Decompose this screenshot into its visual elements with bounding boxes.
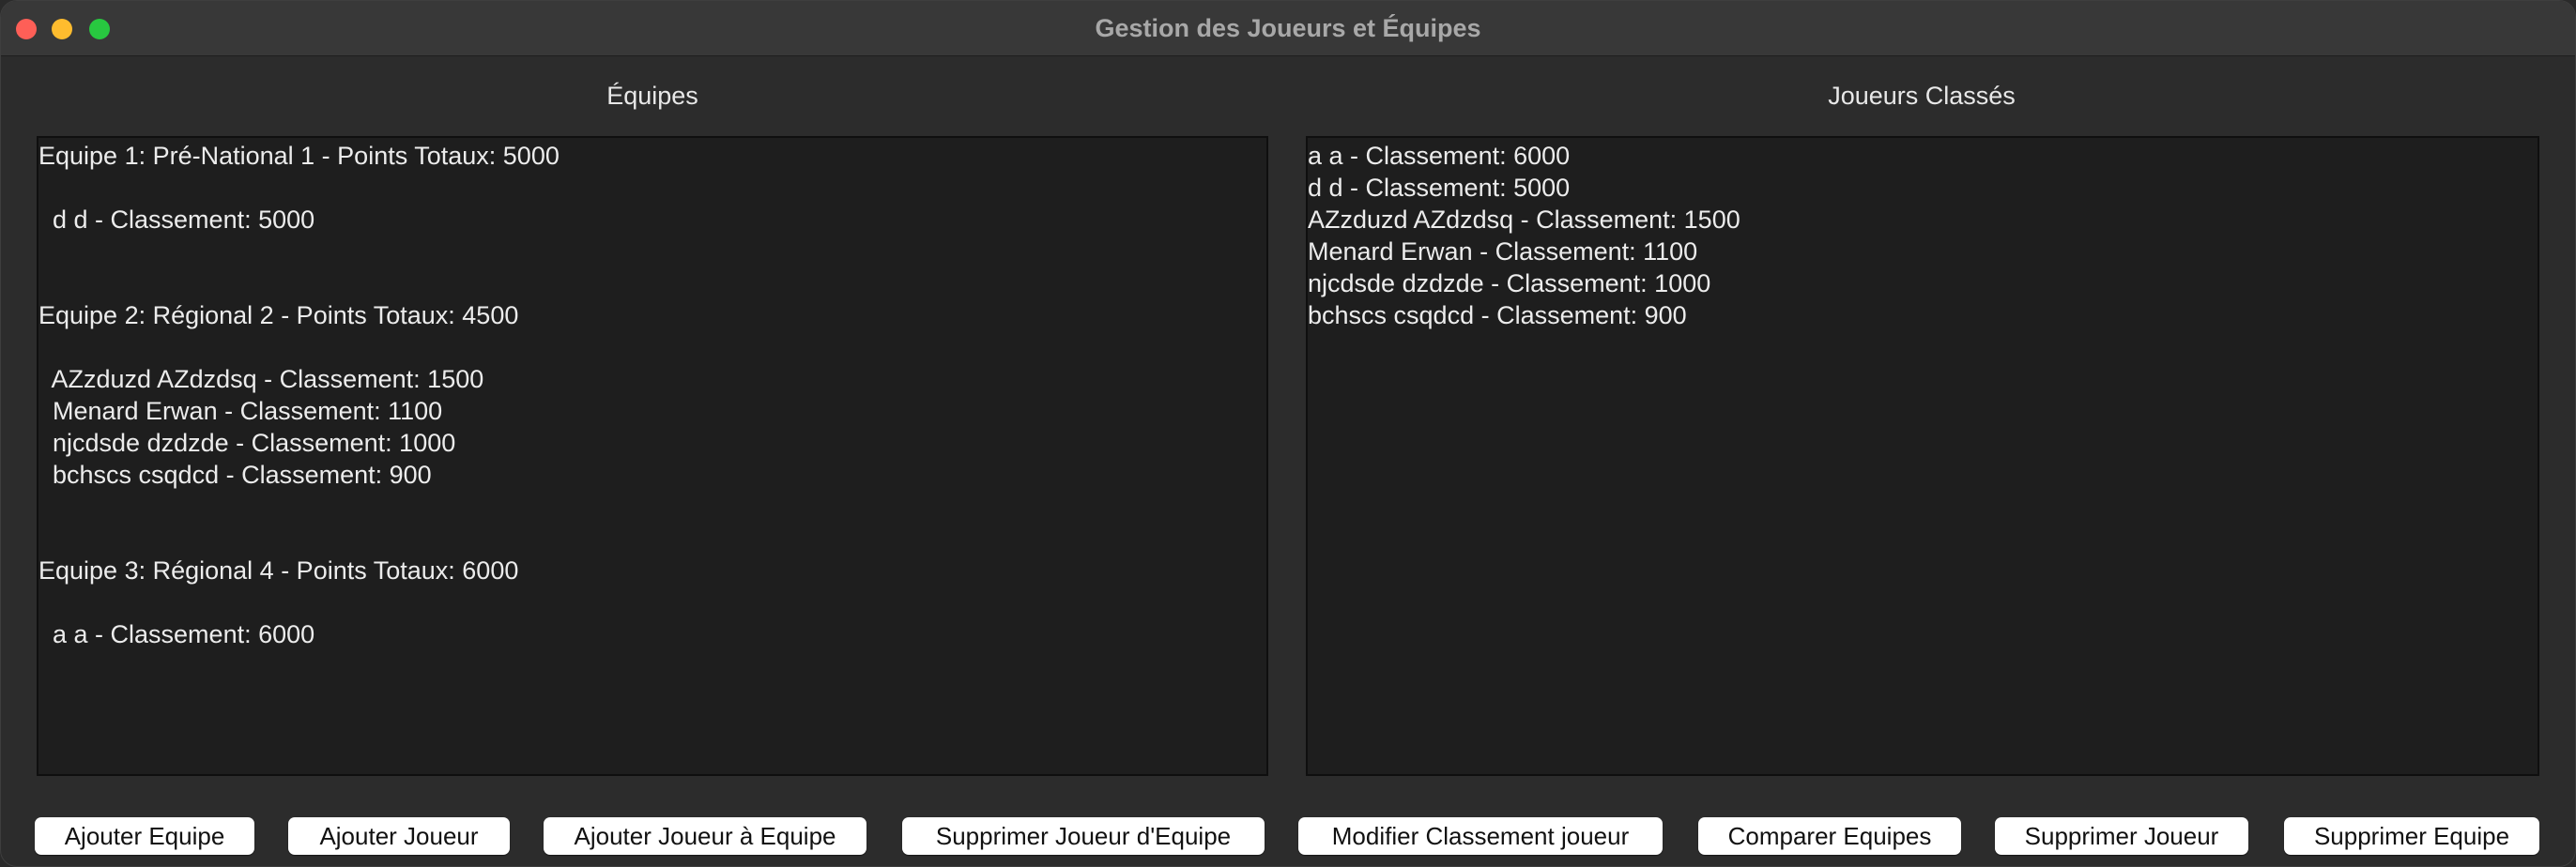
list-item[interactable]: AZzduzd AZdzdsq - Classement: 1500 [38, 363, 1266, 395]
list-item[interactable]: Equipe 2: Régional 2 - Points Totaux: 45… [38, 299, 1266, 331]
compare-teams-button[interactable]: Comparer Equipes [1698, 817, 1961, 855]
list-item[interactable] [38, 267, 1266, 299]
remove-player-from-team-button[interactable]: Supprimer Joueur d'Equipe [902, 817, 1265, 855]
ranked-players-panel-label: Joueurs Classés [1828, 82, 2016, 110]
add-player-button[interactable]: Ajouter Joueur [288, 817, 510, 855]
list-item[interactable]: Equipe 1: Pré-National 1 - Points Totaux… [38, 140, 1266, 172]
list-item[interactable]: Menard Erwan - Classement: 1100 [1308, 236, 2538, 267]
add-player-to-team-button[interactable]: Ajouter Joueur à Equipe [544, 817, 866, 855]
list-item[interactable]: a a - Classement: 6000 [1308, 140, 2538, 172]
list-item[interactable]: bchscs csqdcd - Classement: 900 [1308, 299, 2538, 331]
button-bar: Ajouter Equipe Ajouter Joueur Ajouter Jo… [1, 817, 2575, 855]
teams-listbox[interactable]: Equipe 1: Pré-National 1 - Points Totaux… [37, 136, 1268, 776]
add-team-button[interactable]: Ajouter Equipe [35, 817, 254, 855]
list-item[interactable]: bchscs csqdcd - Classement: 900 [38, 459, 1266, 491]
list-item[interactable]: Menard Erwan - Classement: 1100 [38, 395, 1266, 427]
ranked-players-listbox[interactable]: a a - Classement: 6000 d d - Classement: … [1306, 136, 2539, 776]
list-item[interactable]: a a - Classement: 6000 [38, 618, 1266, 650]
list-item[interactable]: Equipe 3: Régional 4 - Points Totaux: 60… [38, 555, 1266, 586]
list-item[interactable] [38, 172, 1266, 204]
list-item[interactable]: njcdsde dzdzde - Classement: 1000 [38, 427, 1266, 459]
list-item[interactable]: njcdsde dzdzde - Classement: 1000 [1308, 267, 2538, 299]
list-item[interactable] [38, 491, 1266, 523]
list-item[interactable] [38, 331, 1266, 363]
list-item[interactable]: d d - Classement: 5000 [1308, 172, 2538, 204]
list-item[interactable] [38, 236, 1266, 267]
list-item[interactable] [38, 523, 1266, 555]
delete-team-button[interactable]: Supprimer Equipe [2284, 817, 2539, 855]
modify-player-ranking-button[interactable]: Modifier Classement joueur [1298, 817, 1663, 855]
app-window: Gestion des Joueurs et Équipes Équipes J… [0, 0, 2576, 867]
list-item[interactable] [38, 586, 1266, 618]
teams-panel-label: Équipes [606, 82, 698, 110]
list-item[interactable]: AZzduzd AZdzdsq - Classement: 1500 [1308, 204, 2538, 236]
delete-player-button[interactable]: Supprimer Joueur [1995, 817, 2248, 855]
window-title: Gestion des Joueurs et Équipes [1095, 14, 1481, 42]
list-item[interactable]: d d - Classement: 5000 [38, 204, 1266, 236]
title-bar: Gestion des Joueurs et Équipes [1, 1, 2575, 56]
